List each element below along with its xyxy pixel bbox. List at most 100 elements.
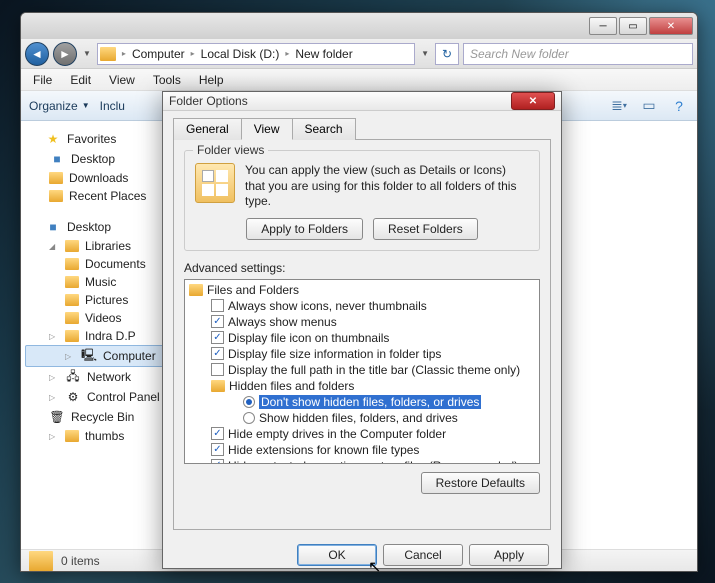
tree-check-item[interactable]: ✓Display file size information in folder… [187,346,537,362]
videos-icon [65,312,79,324]
dialog-buttons: OK Cancel Apply [163,536,561,574]
tree-check-item[interactable]: ✓Hide extensions for known file types [187,442,537,458]
star-icon: ★ [45,131,61,147]
radio-icon[interactable] [243,412,255,424]
include-menu[interactable]: Inclu [100,99,125,113]
checkbox-icon[interactable]: ✓ [211,315,224,328]
apply-button[interactable]: Apply [469,544,549,566]
tree-check-item[interactable]: ✓Hide empty drives in the Computer folde… [187,426,537,442]
sidebar-item-downloads[interactable]: Downloads [25,169,181,187]
cancel-button[interactable]: Cancel [383,544,463,566]
folder-icon [49,190,63,202]
close-button[interactable]: ✕ [649,17,693,35]
tab-view[interactable]: View [241,118,293,140]
dialog-close-button[interactable]: ✕ [511,92,555,110]
nav-bar: ◄ ► ▼ ▸ Computer ▸ Local Disk (D:) ▸ New… [21,39,697,69]
tab-search[interactable]: Search [292,118,356,140]
folder-options-dialog: Folder Options ✕ General View Search Fol… [162,91,562,569]
expand-icon[interactable]: ▷ [49,432,59,441]
minimize-button[interactable]: ─ [589,17,617,35]
checkbox-icon[interactable]: ✓ [211,443,224,456]
sidebar-item-videos[interactable]: Videos [25,309,181,327]
music-icon [65,276,79,288]
favorites-header[interactable]: ★ Favorites [25,129,181,149]
user-icon [65,330,79,342]
sidebar-item-network[interactable]: ▷🖧Network [25,367,181,387]
folder-icon [49,172,63,184]
checkbox-icon[interactable]: ✓ [211,427,224,440]
expand-icon[interactable]: ◢ [49,242,59,251]
menu-tools[interactable]: Tools [145,71,189,89]
history-dropdown[interactable]: ▼ [81,49,93,58]
sidebar-item-desktop[interactable]: ■Desktop [25,149,181,169]
search-input[interactable]: Search New folder [463,43,693,65]
sidebar-item-recycle-bin[interactable]: 🗑Recycle Bin [25,407,181,427]
sidebar-item-user[interactable]: ▷Indra D.P [25,327,181,345]
ok-button[interactable]: OK [297,544,377,566]
chevron-right-icon[interactable]: ▸ [122,49,126,58]
sidebar-item-recent-places[interactable]: Recent Places [25,187,181,205]
menu-view[interactable]: View [101,71,143,89]
menu-edit[interactable]: Edit [62,71,99,89]
folder-icon [29,551,53,571]
expand-icon[interactable]: ▷ [49,373,59,382]
sidebar-item-pictures[interactable]: Pictures [25,291,181,309]
sidebar-item-libraries[interactable]: ◢Libraries [25,237,181,255]
folder-icon [211,380,225,392]
reset-folders-button[interactable]: Reset Folders [373,218,478,240]
sidebar-item-thumbs[interactable]: ▷thumbs [25,427,181,445]
tree-check-item[interactable]: ✓Always show menus [187,314,537,330]
tree-radio-item[interactable]: Don't show hidden files, folders, or dri… [187,394,537,410]
checkbox-icon[interactable]: ✓ [211,459,224,464]
desktop-icon: ■ [45,219,61,235]
advanced-settings-label: Advanced settings: [184,261,540,275]
tree-check-item[interactable]: ✓Hide protected operating system files (… [187,458,537,464]
explorer-titlebar[interactable]: ─ ▭ ✕ [21,13,697,39]
expand-icon[interactable]: ▷ [49,393,59,402]
breadcrumb-item[interactable]: Computer [128,47,189,61]
sidebar-item-control-panel[interactable]: ▷⚙Control Panel [25,387,181,407]
advanced-settings-tree[interactable]: Files and FoldersAlways show icons, neve… [184,279,540,464]
folder-icon [65,430,79,442]
restore-defaults-button[interactable]: Restore Defaults [421,472,540,494]
expand-icon[interactable]: ▷ [65,352,75,361]
back-button[interactable]: ◄ [25,42,49,66]
preview-pane-icon[interactable]: ▭ [639,97,659,115]
tree-folder-item[interactable]: Hidden files and folders [187,378,537,394]
organize-menu[interactable]: Organize ▼ [29,99,90,113]
sidebar-item-computer[interactable]: ▷🖳Computer [25,345,181,367]
breadcrumb[interactable]: ▸ Computer ▸ Local Disk (D:) ▸ New folde… [97,43,415,65]
sidebar-item-documents[interactable]: Documents [25,255,181,273]
menu-help[interactable]: Help [191,71,232,89]
tree-radio-item[interactable]: Show hidden files, folders, and drives [187,410,537,426]
radio-icon[interactable] [243,396,255,408]
forward-button[interactable]: ► [53,42,77,66]
tab-general[interactable]: General [173,118,242,140]
maximize-button[interactable]: ▭ [619,17,647,35]
apply-to-folders-button[interactable]: Apply to Folders [246,218,363,240]
checkbox-icon[interactable]: ✓ [211,331,224,344]
desktop-header[interactable]: ■ Desktop [25,217,181,237]
tree-check-item[interactable]: ✓Display file icon on thumbnails [187,330,537,346]
tree-check-item[interactable]: Always show icons, never thumbnails [187,298,537,314]
menu-file[interactable]: File [25,71,60,89]
chevron-right-icon[interactable]: ▸ [191,49,195,58]
dialog-title: Folder Options [169,94,511,108]
tree-check-item[interactable]: Display the full path in the title bar (… [187,362,537,378]
folder-icon [100,47,116,61]
folder-views-icon [195,163,235,203]
breadcrumb-dropdown[interactable]: ▼ [419,49,431,58]
help-icon[interactable]: ? [669,97,689,115]
expand-icon[interactable]: ▷ [49,332,59,341]
checkbox-icon[interactable] [211,363,224,376]
breadcrumb-item[interactable]: New folder [291,47,356,61]
refresh-button[interactable]: ↻ [435,43,459,65]
breadcrumb-item[interactable]: Local Disk (D:) [197,47,284,61]
tree-folder-root[interactable]: Files and Folders [187,282,537,298]
view-options-icon[interactable]: ≣ ▾ [609,97,629,115]
chevron-right-icon[interactable]: ▸ [285,49,289,58]
dialog-titlebar[interactable]: Folder Options ✕ [163,92,561,111]
sidebar-item-music[interactable]: Music [25,273,181,291]
checkbox-icon[interactable]: ✓ [211,347,224,360]
checkbox-icon[interactable] [211,299,224,312]
